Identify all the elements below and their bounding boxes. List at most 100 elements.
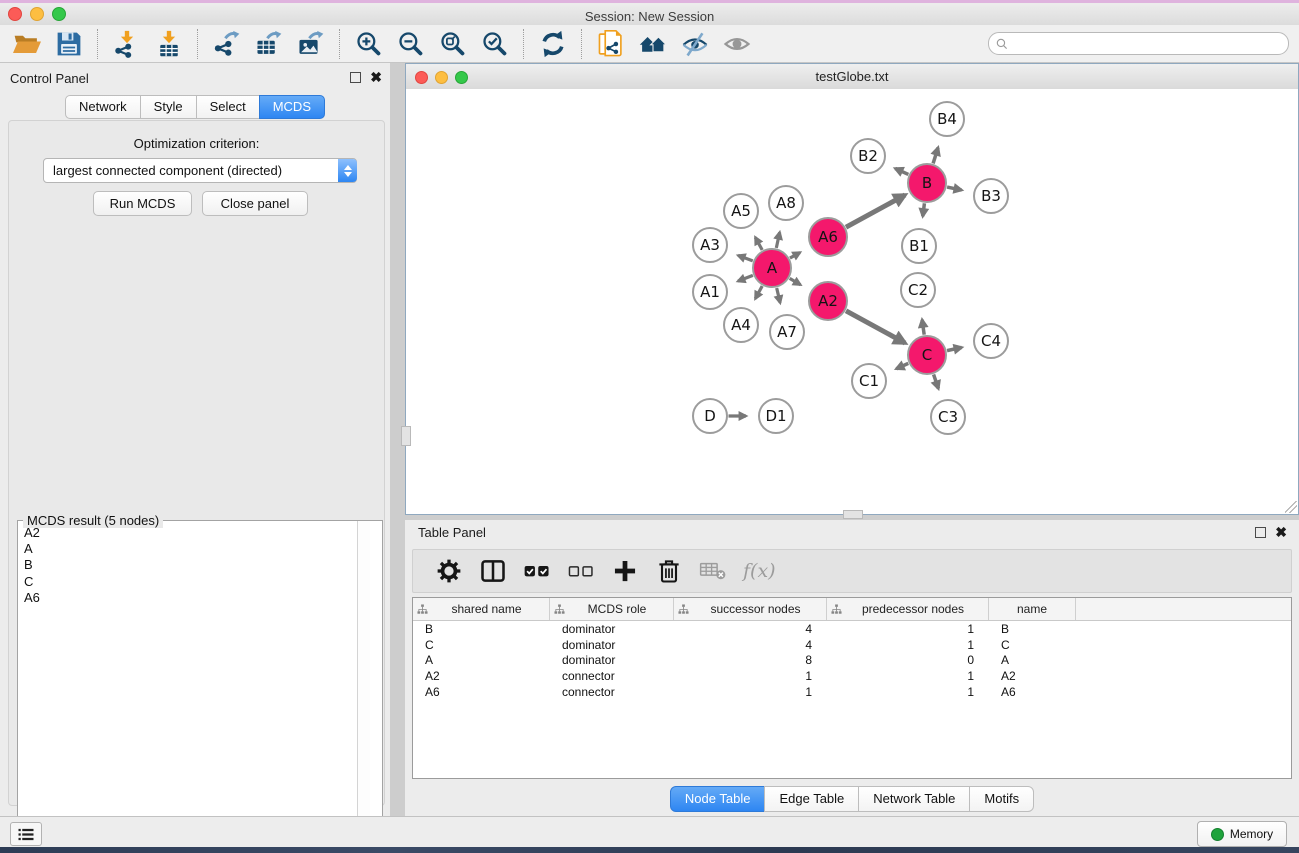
tab-select[interactable]: Select (196, 95, 260, 119)
tab-mcds[interactable]: MCDS (259, 95, 325, 119)
settings-gear-icon[interactable] (433, 555, 465, 587)
dropdown-stepper-icon[interactable] (338, 159, 357, 182)
table-cell[interactable]: A2 (413, 669, 550, 683)
table-cell[interactable]: dominator (550, 653, 674, 667)
edge-A6-B[interactable] (846, 195, 905, 227)
table-cell[interactable]: B (989, 622, 1076, 636)
bottom-splitter-handle[interactable] (843, 510, 863, 519)
tab-node-table[interactable]: Node Table (670, 786, 766, 812)
import-network-icon[interactable] (111, 28, 143, 60)
table-cell[interactable]: connector (550, 669, 674, 683)
edge-C-C2[interactable] (922, 320, 924, 335)
search-input[interactable] (1009, 35, 1288, 53)
add-column-icon[interactable] (609, 555, 641, 587)
left-splitter-handle[interactable] (401, 426, 411, 446)
edge-B-B2[interactable] (895, 168, 908, 174)
mcds-result-item[interactable]: C (24, 574, 364, 590)
mcds-result-scrollbar[interactable] (357, 521, 370, 849)
open-folder-icon[interactable] (11, 28, 43, 60)
close-panel-icon[interactable]: ✖ (370, 72, 382, 83)
table-cell[interactable]: 4 (674, 622, 827, 636)
table-cell[interactable]: A (413, 653, 550, 667)
table-cell[interactable]: 8 (674, 653, 827, 667)
edge-C-C4[interactable] (947, 347, 962, 350)
edge-A-A4[interactable] (755, 286, 762, 299)
select-all-checked-icon[interactable] (521, 555, 553, 587)
edge-A-A3[interactable] (738, 255, 753, 260)
edge-B-B4[interactable] (933, 148, 938, 164)
column-header-predecessor-nodes[interactable]: predecessor nodes (827, 598, 989, 620)
table-cell[interactable]: connector (550, 685, 674, 699)
zoom-fit-icon[interactable] (437, 28, 469, 60)
resize-grip-icon[interactable] (1285, 501, 1297, 513)
tab-edge-table[interactable]: Edge Table (764, 786, 859, 812)
deselect-all-icon[interactable] (565, 555, 597, 587)
table-cell[interactable]: 4 (674, 638, 827, 652)
table-cell[interactable]: C (413, 638, 550, 652)
table-cell[interactable]: 0 (827, 653, 989, 667)
edge-A-A1[interactable] (738, 275, 753, 281)
search-field[interactable] (988, 32, 1289, 55)
eye-slash-icon[interactable] (679, 28, 711, 60)
houses-icon[interactable] (637, 28, 669, 60)
task-history-button[interactable] (10, 822, 42, 846)
edge-A-A6[interactable] (790, 252, 800, 258)
edge-B-B1[interactable] (923, 203, 925, 216)
column-header-MCDS-role[interactable]: MCDS role (550, 598, 674, 620)
column-header-name[interactable]: name (989, 598, 1076, 620)
tab-motifs[interactable]: Motifs (969, 786, 1034, 812)
zoom-out-icon[interactable] (395, 28, 427, 60)
edge-A-A5[interactable] (755, 237, 762, 250)
edge-B-B3[interactable] (947, 187, 962, 190)
column-header-successor-nodes[interactable]: successor nodes (674, 598, 827, 620)
network-canvas[interactable]: B4B2BB3A8A5A6A3B1AC2A1A2A4A7C4CC1DD1C3 (406, 89, 1298, 514)
float-panel-icon[interactable] (350, 72, 361, 83)
table-row[interactable]: Cdominator41C (413, 637, 1291, 653)
table-cell[interactable]: A (989, 653, 1076, 667)
edge-A2-C[interactable] (846, 311, 905, 343)
table-cell[interactable]: 1 (674, 669, 827, 683)
new-network-doc-icon[interactable] (595, 28, 627, 60)
optimization-criterion-dropdown[interactable]: largest connected component (directed) (43, 158, 357, 183)
table-cell[interactable]: A6 (989, 685, 1076, 699)
column-layout-icon[interactable] (477, 555, 509, 587)
node-table[interactable]: shared nameMCDS rolesuccessor nodesprede… (412, 597, 1292, 779)
table-row[interactable]: Bdominator41B (413, 621, 1291, 637)
import-table-icon[interactable] (153, 28, 185, 60)
export-table-icon[interactable] (253, 28, 285, 60)
table-cell[interactable]: 1 (827, 638, 989, 652)
close-table-panel-icon[interactable]: ✖ (1275, 527, 1287, 538)
export-image-icon[interactable] (295, 28, 327, 60)
zoom-selected-icon[interactable] (479, 28, 511, 60)
main-titlebar[interactable]: Session: New Session (0, 3, 1299, 26)
float-table-panel-icon[interactable] (1255, 527, 1266, 538)
table-cell[interactable]: A6 (413, 685, 550, 699)
export-network-icon[interactable] (211, 28, 243, 60)
zoom-in-icon[interactable] (353, 28, 385, 60)
mcds-result-item[interactable]: A6 (24, 590, 364, 606)
edge-A-A8[interactable] (776, 232, 779, 248)
network-graph[interactable]: B4B2BB3A8A5A6A3B1AC2A1A2A4A7C4CC1DD1C3 (406, 89, 1298, 514)
tab-style[interactable]: Style (140, 95, 197, 119)
tab-network-table[interactable]: Network Table (858, 786, 970, 812)
table-row[interactable]: A6connector11A6 (413, 684, 1291, 700)
memory-button[interactable]: Memory (1197, 821, 1287, 847)
mcds-result-item[interactable]: A (24, 541, 364, 557)
edge-A-A2[interactable] (790, 278, 801, 284)
edge-A-A7[interactable] (777, 288, 780, 303)
mcds-result-item[interactable]: A2 (24, 525, 364, 541)
table-cell[interactable]: 1 (827, 622, 989, 636)
network-window-titlebar[interactable]: testGlobe.txt (406, 64, 1298, 90)
table-row[interactable]: A2connector11A2 (413, 668, 1291, 684)
close-panel-button[interactable]: Close panel (202, 191, 308, 216)
refresh-icon[interactable] (537, 28, 569, 60)
run-mcds-button[interactable]: Run MCDS (93, 191, 192, 216)
table-cell[interactable]: dominator (550, 622, 674, 636)
delete-column-icon[interactable] (653, 555, 685, 587)
table-cell[interactable]: 1 (827, 685, 989, 699)
table-cell[interactable]: B (413, 622, 550, 636)
table-cell[interactable]: dominator (550, 638, 674, 652)
save-icon[interactable] (53, 28, 85, 60)
mcds-result-item[interactable]: B (24, 557, 364, 573)
table-cell[interactable]: A2 (989, 669, 1076, 683)
